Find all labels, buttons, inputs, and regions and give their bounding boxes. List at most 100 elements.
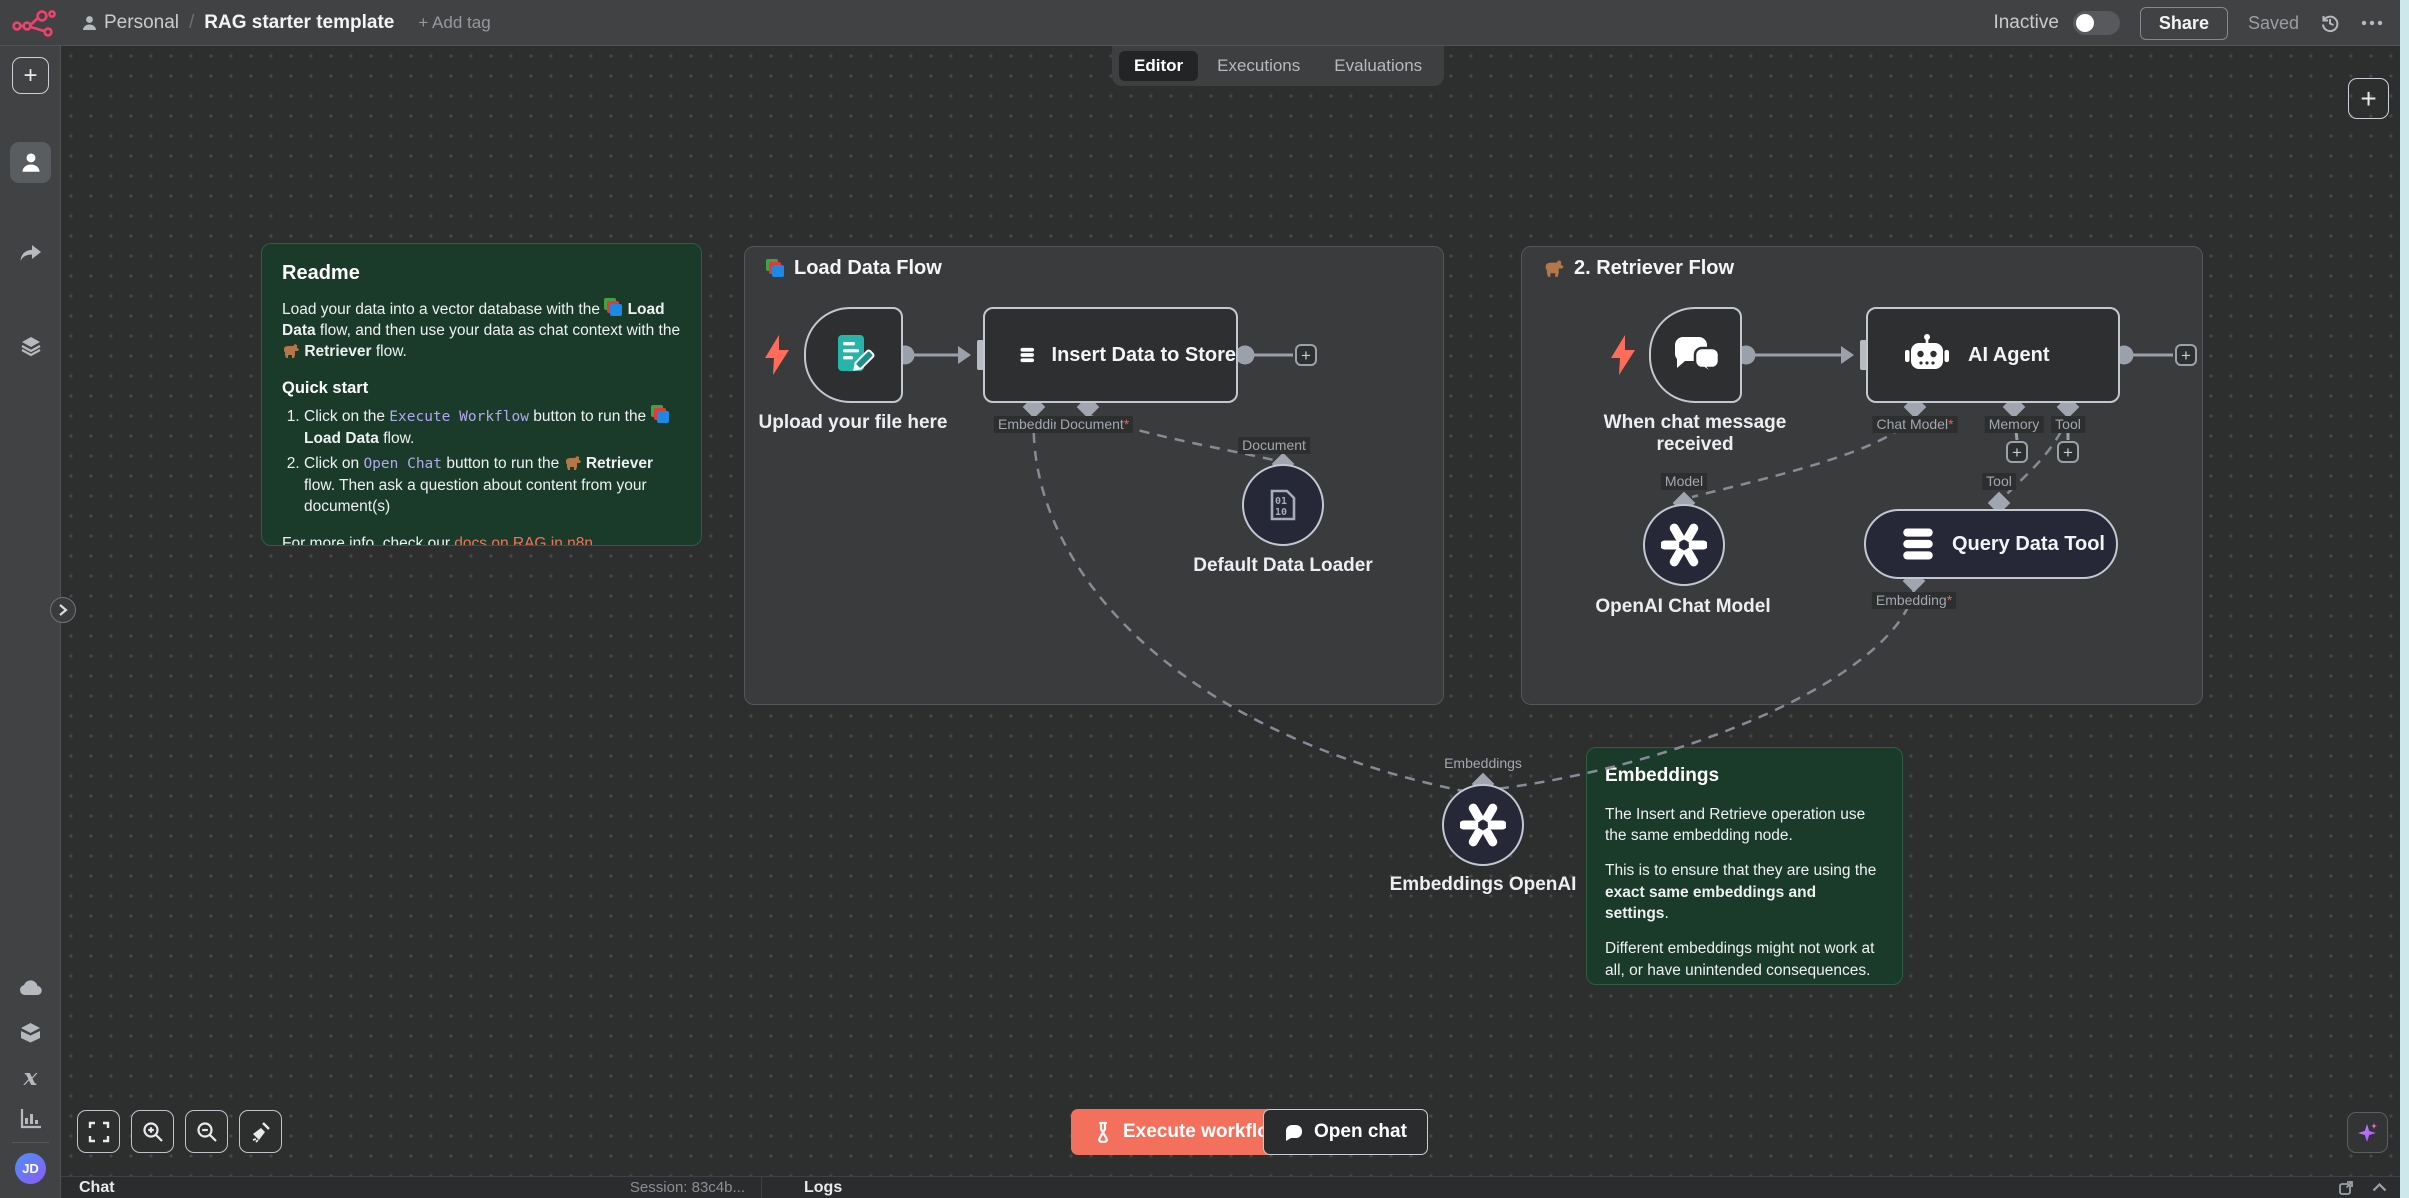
dog-icon <box>564 455 582 471</box>
open-nodes-panel-button[interactable]: + <box>2348 78 2389 119</box>
sidebar-item-shared[interactable] <box>0 244 61 264</box>
node-insert-data-to-store[interactable]: Insert Data to Store <box>983 307 1238 403</box>
sidebar-item-personal[interactable] <box>10 142 51 183</box>
readme-sticky-note[interactable]: Readme Load your data into a vector data… <box>261 243 702 546</box>
editor-tabs: Editor Executions Evaluations <box>1112 46 1444 86</box>
embeddings-note-p2: This is to ensure that they are using th… <box>1605 860 1884 925</box>
tab-evaluations[interactable]: Evaluations <box>1319 51 1437 81</box>
workflow-title[interactable]: RAG starter template <box>204 12 394 34</box>
database-icon <box>1019 332 1036 378</box>
node-embeddings-openai[interactable] <box>1442 784 1524 866</box>
zoom-out-button[interactable] <box>185 1110 228 1153</box>
embeddings-sticky-note[interactable]: Embeddings The Insert and Retrieve opera… <box>1586 747 1903 985</box>
svg-text:01: 01 <box>1275 496 1287 507</box>
connector-label-embeddings: Embeddings <box>1440 755 1526 772</box>
trigger-bolt-icon <box>1608 334 1638 376</box>
workflow-status-label: Inactive <box>1993 12 2058 34</box>
zoom-out-icon <box>196 1121 218 1143</box>
fit-view-button[interactable] <box>77 1110 120 1153</box>
readme-step-1: Click on the Execute Workflow button to … <box>304 405 681 449</box>
connector-label-document: Document* <box>1056 416 1133 433</box>
node-title: Query Data Tool <box>1952 533 2105 556</box>
robot-icon <box>1902 333 1952 377</box>
add-connected-node-button[interactable]: + <box>1295 344 1317 366</box>
connector-label-chat-model: Chat Model* <box>1872 416 1957 433</box>
binary-file-icon: 01 10 <box>1264 486 1302 524</box>
expand-panel-button[interactable] <box>2372 1183 2387 1192</box>
embeddings-note-p1: The Insert and Retrieve operation use th… <box>1605 804 1884 847</box>
add-tool-button[interactable]: + <box>2057 441 2079 463</box>
embeddings-note-p3: Different embeddings might not work at a… <box>1605 938 1884 981</box>
tab-editor[interactable]: Editor <box>1119 51 1198 81</box>
chevron-right-icon <box>58 604 68 616</box>
logs-panel-label: Logs <box>804 1179 842 1197</box>
sidebar-item-cloud-admin[interactable] <box>0 979 61 996</box>
right-edge-panel-strip <box>2400 0 2409 1198</box>
trigger-bolt-icon <box>762 334 792 376</box>
openai-icon <box>1661 522 1707 568</box>
add-tag-button[interactable]: + Add tag <box>418 13 490 33</box>
user-avatar[interactable]: JD <box>15 1153 46 1184</box>
sidebar-item-templates[interactable] <box>0 1022 61 1043</box>
n8n-workflow-editor: Readme Load your data into a vector data… <box>0 0 2409 1198</box>
sidebar-item-data-stores[interactable] <box>0 334 61 358</box>
chat-panel-header[interactable]: Chat Session: 83c4b... <box>61 1179 761 1197</box>
person-icon <box>82 15 97 31</box>
openai-icon <box>1460 802 1506 848</box>
dog-icon <box>1543 259 1565 278</box>
readme-steps: Click on the Execute Workflow button to … <box>304 405 681 517</box>
share-button[interactable]: Share <box>2140 7 2228 40</box>
dog-icon <box>282 343 300 359</box>
saved-status: Saved <box>2248 13 2299 34</box>
default-data-loader-label: Default Data Loader <box>1193 555 1372 577</box>
activate-toggle[interactable] <box>2073 11 2120 35</box>
open-chat-button[interactable]: Open chat <box>1263 1109 1428 1155</box>
fit-view-icon <box>88 1121 110 1143</box>
breadcrumb-project[interactable]: Personal <box>82 12 179 34</box>
sidebar-divider <box>12 1142 49 1143</box>
retriever-flow-title: 2. Retriever Flow <box>1543 257 1734 280</box>
broom-icon <box>250 1121 272 1143</box>
node-default-data-loader[interactable]: 01 10 <box>1242 464 1324 546</box>
ai-assistant-button[interactable] <box>2347 1112 2388 1153</box>
node-chat-trigger[interactable] <box>1649 307 1742 403</box>
n8n-logo[interactable] <box>12 9 56 37</box>
sidebar-item-variables[interactable]: x <box>0 1064 61 1091</box>
more-options-button[interactable] <box>2361 20 2383 26</box>
breadcrumb-separator: / <box>189 12 194 34</box>
open-chat-label: Open chat <box>1314 1121 1407 1143</box>
cloud-icon <box>19 979 43 996</box>
node-form-trigger[interactable] <box>804 307 903 403</box>
form-upload-icon <box>830 331 878 379</box>
node-title: Insert Data to Store <box>1052 344 1236 367</box>
history-icon <box>2319 12 2341 34</box>
embeddings-openai-label: Embeddings OpenAI <box>1390 874 1577 896</box>
tab-executions[interactable]: Executions <box>1202 51 1315 81</box>
database-icon <box>1900 525 1936 563</box>
rag-docs-link[interactable]: docs on RAG in n8n <box>454 535 593 546</box>
person-icon <box>21 152 41 173</box>
node-ai-agent[interactable]: AI Agent <box>1866 307 2120 403</box>
node-query-data-tool[interactable]: Query Data Tool <box>1864 509 2118 579</box>
create-workflow-button[interactable]: + <box>12 57 49 94</box>
openai-chat-model-label: OpenAI Chat Model <box>1595 596 1770 618</box>
pop-out-panel-button[interactable] <box>2338 1180 2354 1196</box>
add-connected-node-button[interactable]: + <box>2175 344 2197 366</box>
expand-sidebar-button[interactable] <box>50 597 76 623</box>
breadcrumb: Personal / RAG starter template + Add ta… <box>82 0 491 46</box>
sidebar-item-insights[interactable] <box>0 1108 61 1129</box>
node-title: AI Agent <box>1968 344 2049 367</box>
top-bar: Personal / RAG starter template + Add ta… <box>0 0 2409 46</box>
bar-chart-icon <box>20 1108 42 1129</box>
chat-session-id: Session: 83c4b... <box>630 1179 745 1196</box>
books-icon <box>766 259 785 278</box>
zoom-in-button[interactable] <box>131 1110 174 1153</box>
logs-panel-header[interactable]: Logs <box>762 1179 2409 1197</box>
add-memory-button[interactable]: + <box>2006 441 2028 463</box>
books-icon <box>604 298 623 317</box>
load-flow-title: Load Data Flow <box>766 257 942 280</box>
connector-label-tool-query: Tool <box>1982 473 2016 490</box>
node-openai-chat-model[interactable] <box>1643 504 1725 586</box>
workflow-history-button[interactable] <box>2319 12 2341 34</box>
tidy-up-button[interactable] <box>239 1110 282 1153</box>
